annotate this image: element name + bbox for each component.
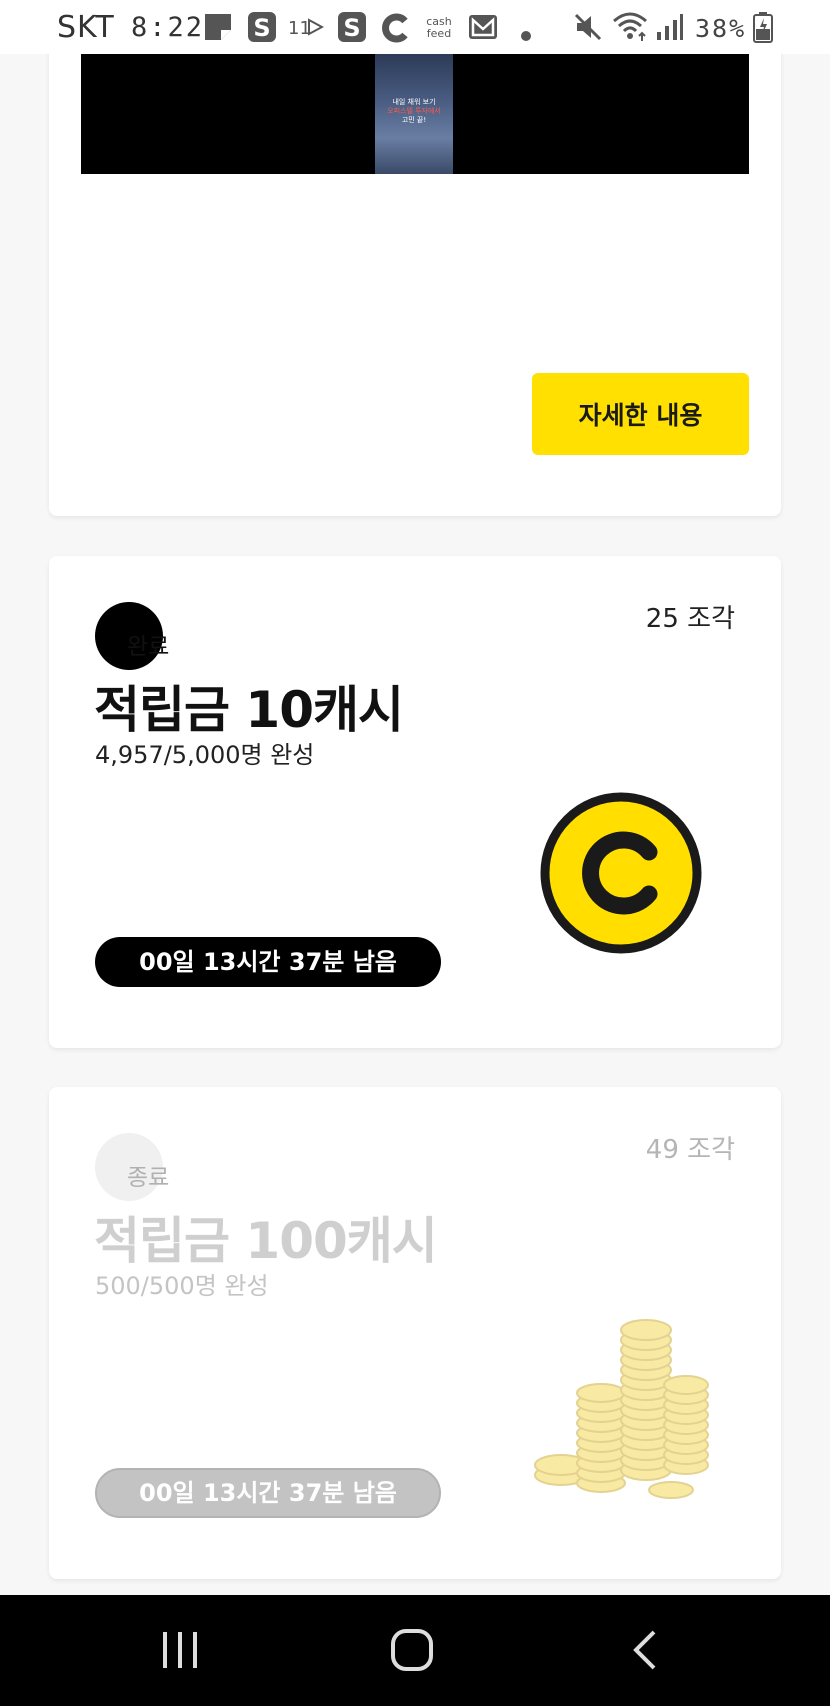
reward-card[interactable]: 25 조각 완료 적립금 10캐시 4,957/5,000명 완성 00일 13… <box>49 556 781 1048</box>
recents-icon[interactable] <box>160 1630 200 1674</box>
status-badge: 완료 <box>127 634 170 660</box>
cash-coin-icon <box>540 792 702 954</box>
s-app-icon: S <box>247 11 277 49</box>
wifi-icon <box>612 11 650 49</box>
reward-card-ended[interactable]: 49 조각 종료 적립금 100캐시 500/500명 완성 00일 13시간 … <box>49 1087 781 1579</box>
cashfeed-icon: cash feed <box>421 14 457 46</box>
battery-percent: 38% <box>695 14 747 43</box>
reward-title: 적립금 10캐시 <box>94 681 404 739</box>
signal-icon <box>656 12 684 48</box>
detail-button[interactable]: 자세한 내용 <box>532 373 749 455</box>
mute-icon <box>573 12 603 48</box>
video-thumbnail: 내일 채워 보기 오피스텔 투자에서 고민 끝! <box>375 54 453 174</box>
clock: 8:22 <box>131 12 205 43</box>
11st-icon: 11 <box>288 14 325 46</box>
pieces-count: 49 조각 <box>645 1135 735 1165</box>
coin-stack-icon <box>521 1305 721 1505</box>
progress-text: 4,957/5,000명 완성 <box>95 741 315 769</box>
back-icon[interactable] <box>630 1629 660 1675</box>
home-icon[interactable] <box>390 1628 434 1676</box>
notes-icon <box>203 12 233 48</box>
svg-text:11: 11 <box>288 18 311 39</box>
remaining-time-pill: 00일 13시간 37분 남음 <box>95 1468 441 1518</box>
c-app-icon <box>381 13 411 49</box>
progress-text: 500/500명 완성 <box>95 1272 269 1300</box>
svg-text:feed: feed <box>427 27 451 40</box>
reward-title: 적립금 100캐시 <box>94 1212 438 1270</box>
dot-icon <box>520 20 532 48</box>
svg-text:S: S <box>253 14 270 42</box>
promo-card: 내일 채워 보기 오피스텔 투자에서 고민 끝! 자세한 내용 <box>49 0 781 516</box>
svg-text:S: S <box>343 14 360 42</box>
s-app-icon: S <box>337 11 367 49</box>
carrier-label: SKT <box>57 10 115 45</box>
navigation-bar <box>0 1595 830 1706</box>
video-player[interactable]: 내일 채워 보기 오피스텔 투자에서 고민 끝! <box>81 54 749 174</box>
gmail-icon <box>468 13 498 47</box>
battery-icon <box>752 11 774 49</box>
status-bar: SKT 8:22 S 11 S cash feed 38% <box>0 0 830 54</box>
pieces-count: 25 조각 <box>645 604 735 634</box>
remaining-time-pill: 00일 13시간 37분 남음 <box>95 937 441 987</box>
status-badge: 종료 <box>127 1165 170 1191</box>
video-caption: 내일 채워 보기 오피스텔 투자에서 고민 끝! <box>387 98 441 124</box>
